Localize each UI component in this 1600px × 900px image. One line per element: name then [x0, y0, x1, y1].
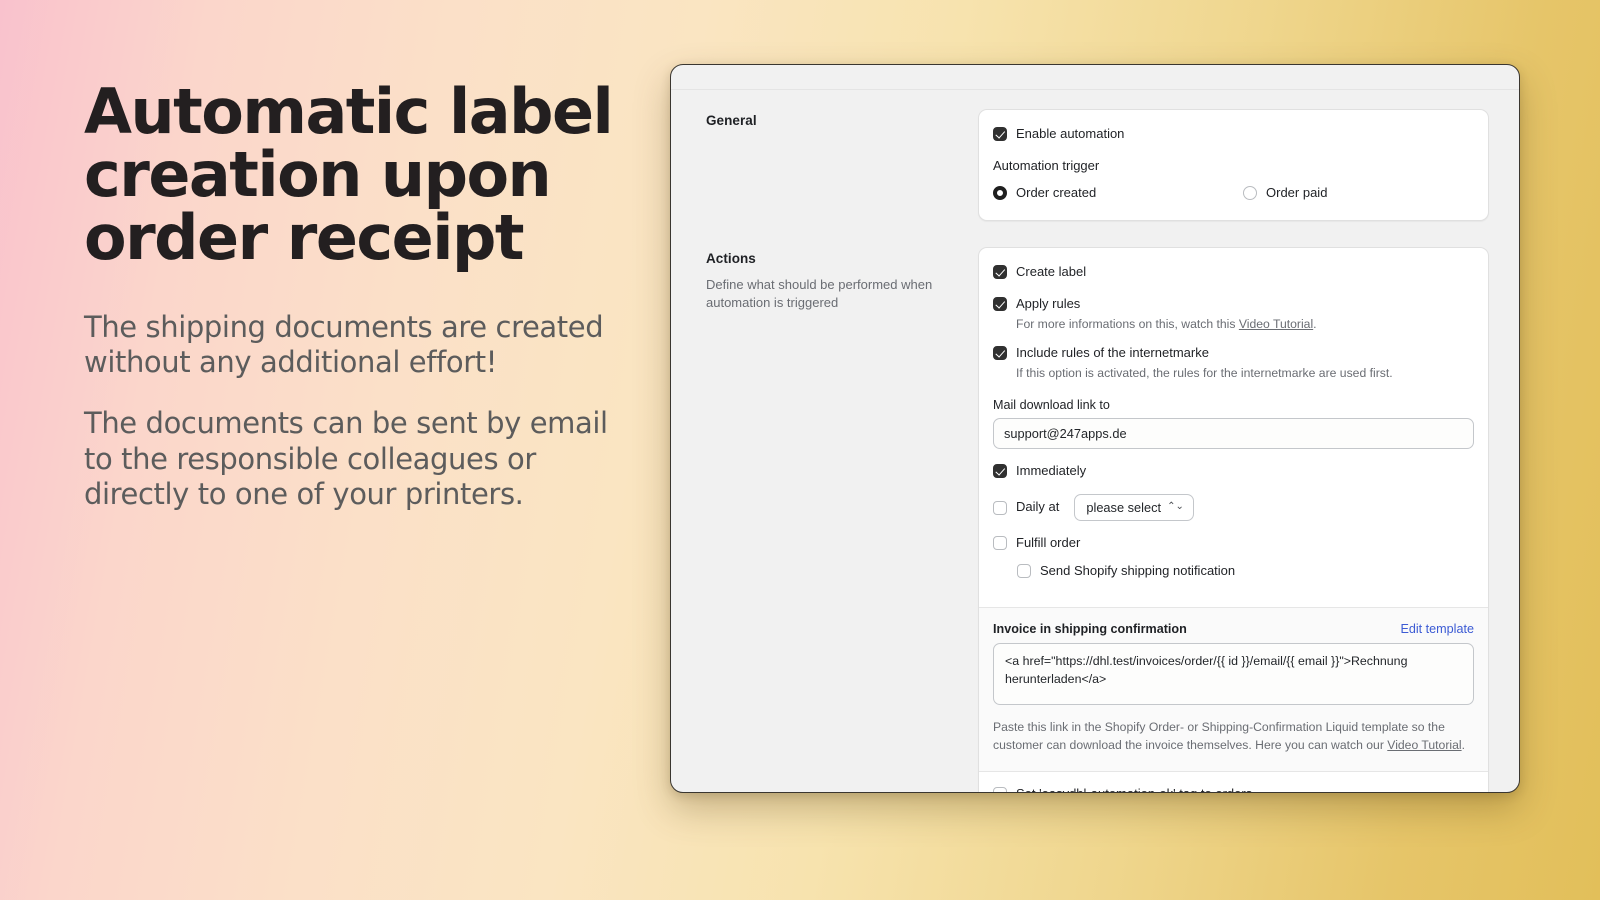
fulfill-order-checkbox[interactable]: [993, 535, 1007, 550]
app-window: General Enable automation Automation tri…: [670, 64, 1520, 793]
mail-download-label: Mail download link to: [993, 398, 1110, 413]
order-created-label: Order created: [1016, 185, 1097, 201]
shopify-notification-label: Send Shopify shipping notification: [1040, 562, 1236, 578]
immediately-row[interactable]: Immediately: [993, 463, 1474, 479]
edit-template-link[interactable]: Edit template: [1400, 622, 1474, 636]
invoice-note-suffix: .: [1461, 737, 1465, 752]
apply-rules-note-prefix: For more informations on this, watch thi…: [1016, 317, 1239, 331]
apply-rules-note: For more informations on this, watch thi…: [1016, 316, 1474, 333]
order-created-radio[interactable]: [993, 186, 1007, 201]
window-divider: [671, 89, 1519, 90]
include-internetmarke-label: Include rules of the internetmarke: [1016, 345, 1209, 361]
invoice-code-textarea[interactable]: <a href="https://dhl.test/invoices/order…: [993, 643, 1474, 706]
invoice-note-prefix: Paste this link in the Shopify Order- or…: [993, 720, 1445, 752]
include-internetmarke-row[interactable]: Include rules of the internetmarke: [993, 345, 1474, 361]
page-headline: Automatic label creation upon order rece…: [84, 75, 614, 275]
create-label-label: Create label: [1016, 263, 1087, 279]
section-actions-label: Actions Define what should be performed …: [706, 247, 978, 793]
include-internetmarke-checkbox[interactable]: [993, 346, 1007, 361]
shopify-notification-row[interactable]: Send Shopify shipping notification: [1017, 563, 1474, 579]
marketing-paragraph-1: The shipping documents are created witho…: [84, 309, 604, 380]
set-tag-row[interactable]: Set 'easydhl-automation-ok' tag to order…: [993, 786, 1474, 792]
actions-description: Define what should be performed when aut…: [706, 276, 933, 311]
daily-at-label: Daily at: [1016, 499, 1060, 515]
shopify-notification-checkbox[interactable]: [1017, 563, 1031, 578]
actions-title: Actions: [706, 250, 756, 266]
immediately-checkbox[interactable]: [993, 464, 1007, 479]
daily-at-time-value: please select: [1086, 499, 1162, 515]
general-card: Enable automation Automation trigger Ord…: [978, 109, 1489, 221]
apply-rules-note-suffix: .: [1313, 317, 1317, 331]
enable-automation-row[interactable]: Enable automation: [993, 126, 1474, 142]
enable-automation-label: Enable automation: [1016, 126, 1125, 141]
trigger-order-created-row[interactable]: Order created: [993, 185, 1243, 201]
automation-trigger-heading: Automation trigger: [993, 158, 1100, 174]
set-tag-label: Set 'easydhl-automation-ok' tag to order…: [1016, 786, 1252, 792]
order-paid-label: Order paid: [1266, 185, 1328, 201]
section-general-label: General: [706, 109, 978, 221]
marketing-column: Automatic label creation upon order rece…: [84, 80, 644, 539]
order-paid-radio[interactable]: [1243, 186, 1257, 201]
daily-at-row[interactable]: Daily at please select ⌃⌄: [993, 493, 1474, 521]
apply-rules-row[interactable]: Apply rules: [993, 296, 1474, 312]
create-label-row[interactable]: Create label: [993, 264, 1474, 280]
invoice-title: Invoice in shipping confirmation: [993, 622, 1187, 637]
apply-rules-checkbox[interactable]: [993, 296, 1007, 311]
create-label-checkbox[interactable]: [993, 264, 1007, 279]
apply-rules-label: Apply rules: [1016, 295, 1081, 311]
mail-download-input[interactable]: [993, 418, 1474, 450]
actions-card: Create label Apply rules For more inform…: [978, 246, 1489, 792]
apply-rules-video-tutorial-link[interactable]: Video Tutorial: [1239, 317, 1313, 331]
marketing-paragraph-2: The documents can be sent by email to th…: [84, 406, 608, 512]
chevron-updown-icon: ⌃⌄: [1167, 501, 1184, 513]
set-tag-section: Set 'easydhl-automation-ok' tag to order…: [979, 770, 1488, 792]
fulfill-order-row[interactable]: Fulfill order: [993, 535, 1474, 551]
enable-automation-checkbox[interactable]: [993, 127, 1007, 141]
invoice-note: Paste this link in the Shopify Order- or…: [993, 719, 1474, 754]
immediately-label: Immediately: [1016, 463, 1087, 479]
invoice-video-tutorial-link[interactable]: Video Tutorial: [1387, 738, 1461, 752]
include-internetmarke-note: If this option is activated, the rules f…: [1016, 366, 1393, 381]
daily-at-checkbox[interactable]: [993, 500, 1007, 515]
daily-at-time-select[interactable]: please select ⌃⌄: [1074, 493, 1194, 521]
section-actions: Actions Define what should be performed …: [671, 246, 1519, 793]
trigger-order-paid-row[interactable]: Order paid: [1243, 185, 1327, 201]
section-general: General Enable automation Automation tri…: [671, 109, 1519, 221]
invoice-section: Invoice in shipping confirmation Edit te…: [979, 607, 1488, 771]
fulfill-order-label: Fulfill order: [1016, 534, 1081, 550]
general-title: General: [706, 113, 757, 128]
set-tag-checkbox[interactable]: [993, 786, 1007, 792]
